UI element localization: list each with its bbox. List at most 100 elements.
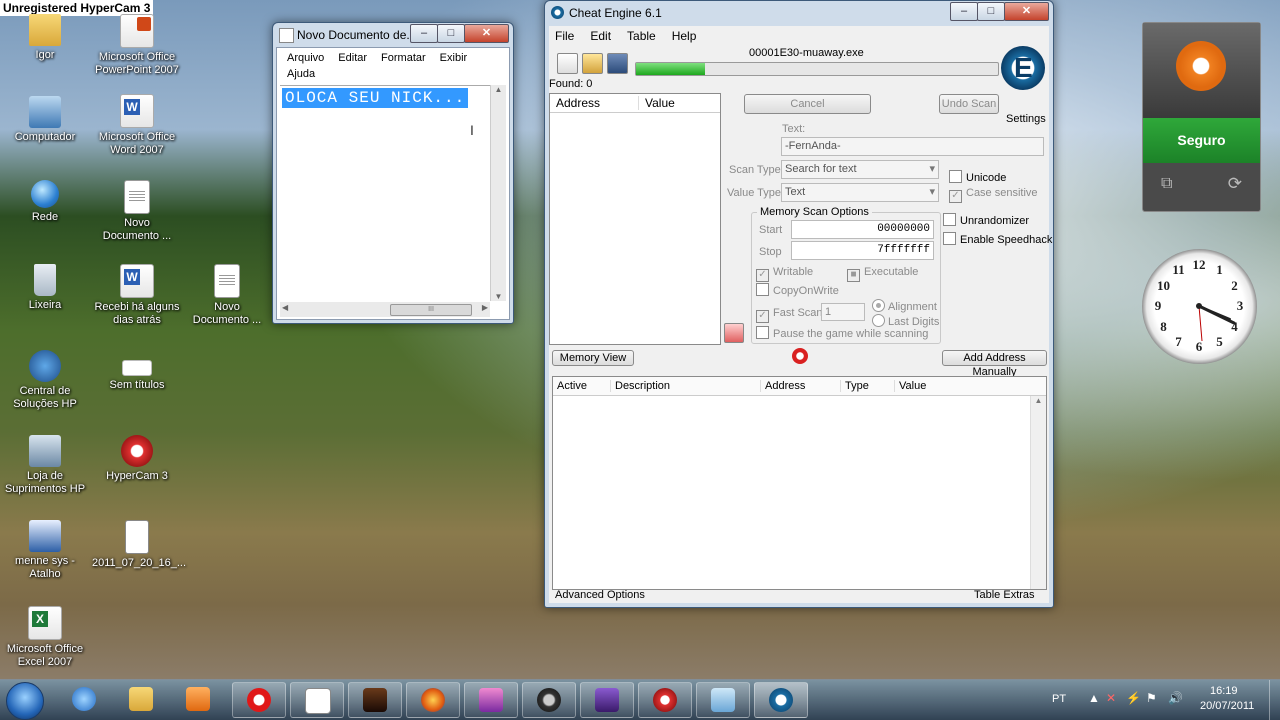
desktop-icon-recebi[interactable]: Recebi há alguns dias atrás: [92, 264, 182, 327]
start-address-field[interactable]: 00000000: [791, 220, 934, 239]
taskbar-cheat-engine[interactable]: [754, 682, 808, 718]
column-active[interactable]: Active: [553, 380, 611, 392]
notepad-window[interactable]: Novo Documento de... – □ ✕ Arquivo Edita…: [272, 22, 514, 324]
column-type[interactable]: Type: [841, 380, 895, 392]
cheat-table[interactable]: Active Description Address Type Value ▲: [552, 376, 1047, 590]
desktop-icon-excel[interactable]: Microsoft Office Excel 2007: [0, 606, 90, 669]
value-type-select[interactable]: Text: [781, 183, 939, 202]
desktop-icon-rede[interactable]: Rede: [0, 180, 90, 224]
cheat-engine-titlebar[interactable]: Cheat Engine 6.1 – □ ✕: [545, 1, 1053, 25]
menu-edit[interactable]: Edit: [590, 29, 611, 43]
show-desktop-button[interactable]: [1269, 680, 1280, 720]
add-address-manually-button[interactable]: Add Address Manually: [942, 350, 1047, 378]
taskbar-rockstar[interactable]: [580, 682, 634, 718]
taskbar-explorer[interactable]: [115, 682, 163, 716]
save-icon[interactable]: [607, 53, 628, 74]
taskbar-notepad[interactable]: [290, 682, 344, 718]
settings-link[interactable]: Settings: [1006, 113, 1046, 125]
arrow-down-red-icon[interactable]: [724, 323, 744, 343]
menu-help[interactable]: Help: [672, 29, 697, 43]
column-description[interactable]: Description: [611, 380, 761, 392]
taskbar-firefox[interactable]: [406, 682, 460, 718]
advanced-options-link[interactable]: Advanced Options: [555, 589, 645, 601]
cancel-button[interactable]: Cancel: [744, 94, 871, 114]
tray-date[interactable]: 20/07/2011: [1200, 700, 1254, 712]
scroll-up-icon[interactable]: ▲: [491, 85, 506, 94]
scroll-left-icon[interactable]: ◀: [282, 303, 288, 312]
desktop-icon-computador[interactable]: Computador: [0, 96, 90, 144]
scroll-up-icon[interactable]: ▲: [1031, 396, 1046, 405]
taskbar-hypercam[interactable]: [638, 682, 692, 718]
taskbar-opera[interactable]: [232, 682, 286, 718]
memory-view-button[interactable]: Memory View: [552, 350, 634, 366]
power-icon[interactable]: ⚡: [1126, 691, 1141, 705]
scroll-right-icon[interactable]: ▶: [482, 303, 488, 312]
table-extras-link[interactable]: Table Extras: [974, 589, 1035, 601]
desktop-icon-avi-file[interactable]: 2011_07_20_16_...: [92, 520, 186, 570]
menu-exibir[interactable]: Exibir: [434, 50, 476, 66]
desktop-icon-hp-central[interactable]: Central de Soluções HP: [0, 350, 90, 411]
desktop-icon-menne-sys[interactable]: menne sys - Atalho: [0, 520, 90, 581]
maximize-button[interactable]: □: [437, 24, 465, 43]
menu-table[interactable]: Table: [627, 29, 656, 43]
unicode-checkbox[interactable]: Unicode: [949, 170, 1006, 184]
menu-file[interactable]: File: [555, 29, 574, 43]
column-address[interactable]: Address: [761, 380, 841, 392]
minimize-button[interactable]: –: [950, 2, 978, 21]
unrandomizer-checkbox[interactable]: Unrandomizer: [943, 213, 1029, 227]
start-button[interactable]: [6, 682, 44, 720]
scan-type-select[interactable]: Search for text: [781, 160, 939, 179]
show-hidden-icons-icon[interactable]: ▲: [1088, 691, 1100, 705]
stop-sign-icon[interactable]: [792, 348, 808, 364]
desktop-icon-word[interactable]: Microsoft Office Word 2007: [92, 94, 182, 157]
menu-arquivo[interactable]: Arquivo: [281, 50, 332, 66]
stop-address-field[interactable]: 7fffffff: [791, 241, 934, 260]
language-indicator[interactable]: PT: [1052, 693, 1066, 705]
cheat-engine-logo-icon[interactable]: [1001, 46, 1045, 90]
undo-scan-button[interactable]: Undo Scan: [939, 94, 999, 114]
column-value[interactable]: Value: [895, 380, 1035, 392]
volume-icon[interactable]: 🔊: [1168, 691, 1183, 705]
minimize-button[interactable]: –: [410, 24, 438, 43]
avast-status[interactable]: Seguro: [1143, 118, 1260, 163]
close-button[interactable]: ✕: [464, 24, 509, 43]
avast-gadget[interactable]: Seguro ⧉ ⟳: [1142, 22, 1261, 212]
menu-editar[interactable]: Editar: [332, 50, 375, 66]
notepad-titlebar[interactable]: Novo Documento de... – □ ✕: [273, 23, 513, 47]
pause-game-checkbox[interactable]: Pause the game while scanning: [756, 326, 928, 340]
case-sensitive-checkbox[interactable]: ✓ Case sensitive: [949, 187, 1038, 203]
menu-formatar[interactable]: Formatar: [375, 50, 434, 66]
desktop-icon-lixeira[interactable]: Lixeira: [0, 264, 90, 312]
scroll-down-icon[interactable]: ▼: [491, 292, 506, 301]
taskbar-media-player[interactable]: [172, 682, 220, 716]
found-address-list[interactable]: Address Value: [549, 93, 721, 345]
desktop-icon-hypercam[interactable]: HyperCam 3: [92, 435, 182, 483]
copy-on-write-checkbox[interactable]: CopyOnWrite: [756, 283, 839, 297]
tray-time[interactable]: 16:19: [1210, 685, 1238, 697]
network-error-icon[interactable]: ✕: [1106, 691, 1116, 705]
taskbar-game[interactable]: [348, 682, 402, 718]
desktop-icon-novo-documento-1[interactable]: Novo Documento ...: [92, 180, 182, 243]
taskbar-internet-explorer[interactable]: [58, 682, 106, 716]
desktop-icon-igor[interactable]: Igor: [0, 14, 90, 62]
fast-scan-value-field[interactable]: 1: [821, 303, 865, 321]
select-process-icon[interactable]: [557, 53, 578, 74]
cheat-engine-window[interactable]: Cheat Engine 6.1 – □ ✕ File Edit Table H…: [544, 0, 1054, 608]
table-scrollbar[interactable]: ▲: [1030, 396, 1046, 589]
menu-ajuda[interactable]: Ajuda: [281, 66, 323, 82]
enable-speedhack-checkbox[interactable]: Enable Speedhack: [943, 232, 1052, 246]
open-file-icon[interactable]: [582, 53, 603, 74]
executable-checkbox[interactable]: ■ Executable: [847, 266, 918, 282]
taskbar-wheel-app[interactable]: [522, 682, 576, 718]
maximize-button[interactable]: □: [977, 2, 1005, 21]
refresh-icon[interactable]: ⟳: [1228, 174, 1242, 194]
desktop-icon-sem-titulos[interactable]: Sem títulos: [92, 350, 182, 392]
scroll-thumb[interactable]: III: [390, 304, 472, 316]
expand-icon[interactable]: ⧉: [1161, 175, 1172, 193]
action-center-icon[interactable]: ⚑: [1146, 691, 1157, 705]
desktop-icon-powerpoint[interactable]: Microsoft Office PowerPoint 2007: [92, 14, 182, 77]
scan-value-field[interactable]: -FernAnda-: [781, 137, 1044, 156]
desktop-icon-novo-documento-2[interactable]: Novo Documento ...: [182, 264, 272, 327]
column-address[interactable]: Address: [550, 96, 639, 110]
fast-scan-checkbox[interactable]: ✓ Fast Scan: [756, 307, 823, 323]
